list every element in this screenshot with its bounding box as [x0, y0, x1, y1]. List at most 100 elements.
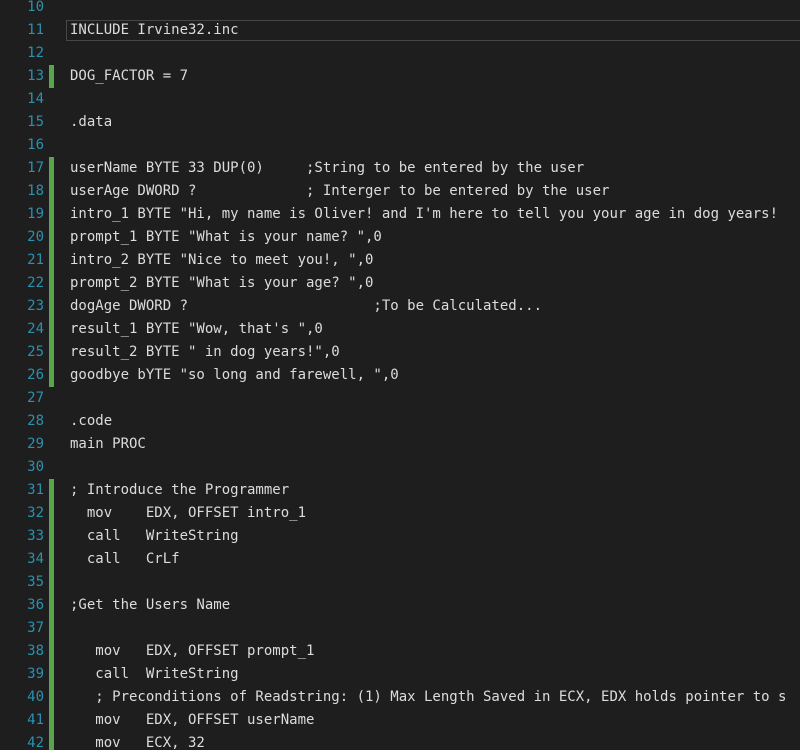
line-number: 33	[27, 528, 44, 544]
code-text[interactable]: intro_1 BYTE "Hi, my name is Oliver! and…	[70, 203, 778, 226]
editor-line[interactable]: 11 INCLUDE Irvine32.inc	[0, 19, 800, 42]
code-text[interactable]: mov ECX, 32	[70, 732, 205, 750]
line-number: 37	[27, 620, 44, 636]
line-number: 27	[27, 390, 44, 406]
editor-line[interactable]: 37	[0, 617, 800, 640]
code-text[interactable]: call WriteString	[70, 525, 239, 548]
editor-line[interactable]: 29 main PROC	[0, 433, 800, 456]
editor-line[interactable]: 36 ;Get the Users Name	[0, 594, 800, 617]
change-marker	[49, 180, 54, 203]
editor-line[interactable]: 42 mov ECX, 32	[0, 732, 800, 750]
change-marker	[49, 272, 54, 295]
change-marker	[49, 295, 54, 318]
code-text[interactable]: mov EDX, OFFSET userName	[70, 709, 314, 732]
code-text[interactable]: goodbye bYTE "so long and farewell, ",0	[70, 364, 399, 387]
code-text[interactable]: call CrLf	[70, 548, 180, 571]
editor-line[interactable]: 14	[0, 88, 800, 111]
code-text[interactable]: mov EDX, OFFSET intro_1	[70, 502, 306, 525]
line-number: 11	[27, 22, 44, 38]
change-marker	[49, 709, 54, 732]
change-marker	[49, 364, 54, 387]
code-text[interactable]: call WriteString	[70, 663, 238, 686]
editor-line[interactable]: 40 ; Preconditions of Readstring: (1) Ma…	[0, 686, 800, 709]
editor-line[interactable]: 18 userAge DWORD ? ; Interger to be enter…	[0, 180, 800, 203]
editor-line[interactable]: 27	[0, 387, 800, 410]
editor-line[interactable]: 26 goodbye bYTE "so long and farewell, ",…	[0, 364, 800, 387]
line-number: 36	[27, 597, 44, 613]
code-text[interactable]: .data	[70, 111, 112, 134]
line-number: 30	[27, 459, 44, 475]
code-text[interactable]: prompt_2 BYTE "What is your age? ",0	[70, 272, 373, 295]
code-text[interactable]: result_2 BYTE " in dog years!",0	[70, 341, 340, 364]
line-number: 35	[27, 574, 44, 590]
code-text[interactable]: .code	[70, 410, 112, 433]
line-number: 28	[27, 413, 44, 429]
editor-line[interactable]: 19 intro_1 BYTE "Hi, my name is Oliver! a…	[0, 203, 800, 226]
editor-line[interactable]: 34 call CrLf	[0, 548, 800, 571]
change-marker	[49, 525, 54, 548]
editor-line[interactable]: 13 DOG_FACTOR = 7	[0, 65, 800, 88]
line-number: 23	[27, 298, 44, 314]
line-number: 10	[27, 0, 44, 15]
code-text[interactable]: result_1 BYTE "Wow, that's ",0	[70, 318, 323, 341]
editor-line[interactable]: 10	[0, 0, 800, 19]
change-marker	[49, 732, 54, 750]
editor-line[interactable]: 39 call WriteString	[0, 663, 800, 686]
editor-line[interactable]: 25 result_2 BYTE " in dog years!",0	[0, 341, 800, 364]
change-marker	[49, 686, 54, 709]
editor-line[interactable]: 24 result_1 BYTE "Wow, that's ",0	[0, 318, 800, 341]
editor-line[interactable]: 17 userName BYTE 33 DUP(0) ;String to be …	[0, 157, 800, 180]
code-text[interactable]: userName BYTE 33 DUP(0) ;String to be en…	[70, 157, 584, 180]
line-number: 18	[27, 183, 44, 199]
code-text[interactable]: mov EDX, OFFSET prompt_1	[70, 640, 314, 663]
code-text[interactable]: dogAge DWORD ? ;To be Calculated...	[70, 295, 542, 318]
change-marker	[49, 663, 54, 686]
code-text[interactable]: prompt_1 BYTE "What is your name? ",0	[70, 226, 382, 249]
code-text[interactable]: ;Get the Users Name	[70, 594, 230, 617]
line-number: 15	[27, 114, 44, 130]
line-number: 40	[27, 689, 44, 705]
code-text[interactable]: main PROC	[70, 433, 146, 456]
line-number: 29	[27, 436, 44, 452]
line-number: 16	[27, 137, 44, 153]
code-text[interactable]: INCLUDE Irvine32.inc	[70, 19, 239, 42]
code-text[interactable]: ; Introduce the Programmer	[70, 479, 289, 502]
line-number: 22	[27, 275, 44, 291]
line-number: 32	[27, 505, 44, 521]
change-marker	[49, 157, 54, 180]
change-marker	[49, 571, 54, 594]
line-number: 31	[27, 482, 44, 498]
change-marker	[49, 226, 54, 249]
code-editor[interactable]: 10 11 INCLUDE Irvine32.inc 12 13 DOG_FACTOR =…	[0, 0, 800, 750]
editor-line[interactable]: 41 mov EDX, OFFSET userName	[0, 709, 800, 732]
editor-line[interactable]: 20 prompt_1 BYTE "What is your name? ",0	[0, 226, 800, 249]
editor-line[interactable]: 12	[0, 42, 800, 65]
editor-line[interactable]: 22 prompt_2 BYTE "What is your age? ",0	[0, 272, 800, 295]
change-marker	[49, 617, 54, 640]
editor-line[interactable]: 16	[0, 134, 800, 157]
line-number: 21	[27, 252, 44, 268]
change-marker	[49, 594, 54, 617]
editor-line[interactable]: 15 .data	[0, 111, 800, 134]
change-marker	[49, 203, 54, 226]
change-marker	[49, 65, 54, 88]
editor-line[interactable]: 33 call WriteString	[0, 525, 800, 548]
editor-line[interactable]: 21 intro_2 BYTE "Nice to meet you!, ",0	[0, 249, 800, 272]
editor-line[interactable]: 32 mov EDX, OFFSET intro_1	[0, 502, 800, 525]
line-number: 17	[27, 160, 44, 176]
editor-line[interactable]: 31 ; Introduce the Programmer	[0, 479, 800, 502]
code-text[interactable]: intro_2 BYTE "Nice to meet you!, ",0	[70, 249, 373, 272]
editor-line[interactable]: 35	[0, 571, 800, 594]
line-number: 24	[27, 321, 44, 337]
line-number: 39	[27, 666, 44, 682]
editor-line[interactable]: 28 .code	[0, 410, 800, 433]
code-text[interactable]: userAge DWORD ? ; Interger to be entered…	[70, 180, 609, 203]
code-text[interactable]: ; Preconditions of Readstring: (1) Max L…	[70, 686, 786, 709]
editor-line[interactable]: 23 dogAge DWORD ? ;To be Calculated...	[0, 295, 800, 318]
line-number: 25	[27, 344, 44, 360]
editor-line[interactable]: 38 mov EDX, OFFSET prompt_1	[0, 640, 800, 663]
editor-line[interactable]: 30	[0, 456, 800, 479]
code-text[interactable]: DOG_FACTOR = 7	[70, 65, 188, 88]
line-number: 19	[27, 206, 44, 222]
line-number: 42	[27, 735, 44, 750]
